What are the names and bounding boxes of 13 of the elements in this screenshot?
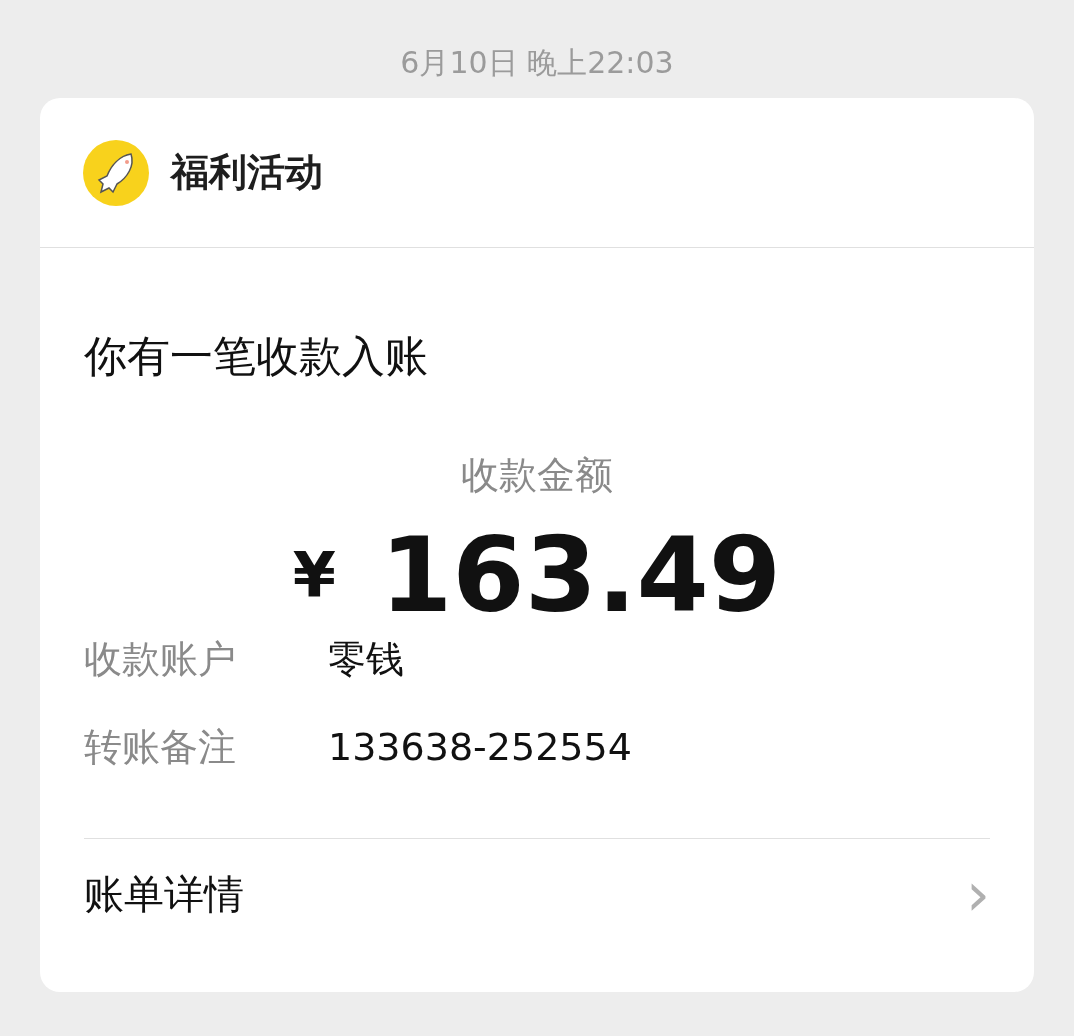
bill-details-link[interactable]: 账单详情 xyxy=(84,863,244,924)
field-value: 零钱 xyxy=(328,636,404,683)
fish-icon xyxy=(83,139,149,206)
message-card[interactable]: 福利活动 你有一笔收款入账 收款金额 ¥ 163.49 收款账户 零钱 转账备注 133638-252554 账单详情 › xyxy=(40,98,1034,992)
message-title: 你有一笔收款入账 xyxy=(84,330,429,383)
amount: 163.49 xyxy=(379,520,782,630)
field-label: 转账备注 xyxy=(84,724,237,771)
sender-name: 福利活动 xyxy=(171,149,323,196)
timestamp: 6月10日 晚上22:03 xyxy=(400,44,674,82)
field-value: 133638-252554 xyxy=(328,724,632,771)
field-label: 收款账户 xyxy=(84,636,237,683)
currency-symbol: ¥ xyxy=(292,537,336,614)
amount-label: 收款金额 xyxy=(461,452,613,499)
